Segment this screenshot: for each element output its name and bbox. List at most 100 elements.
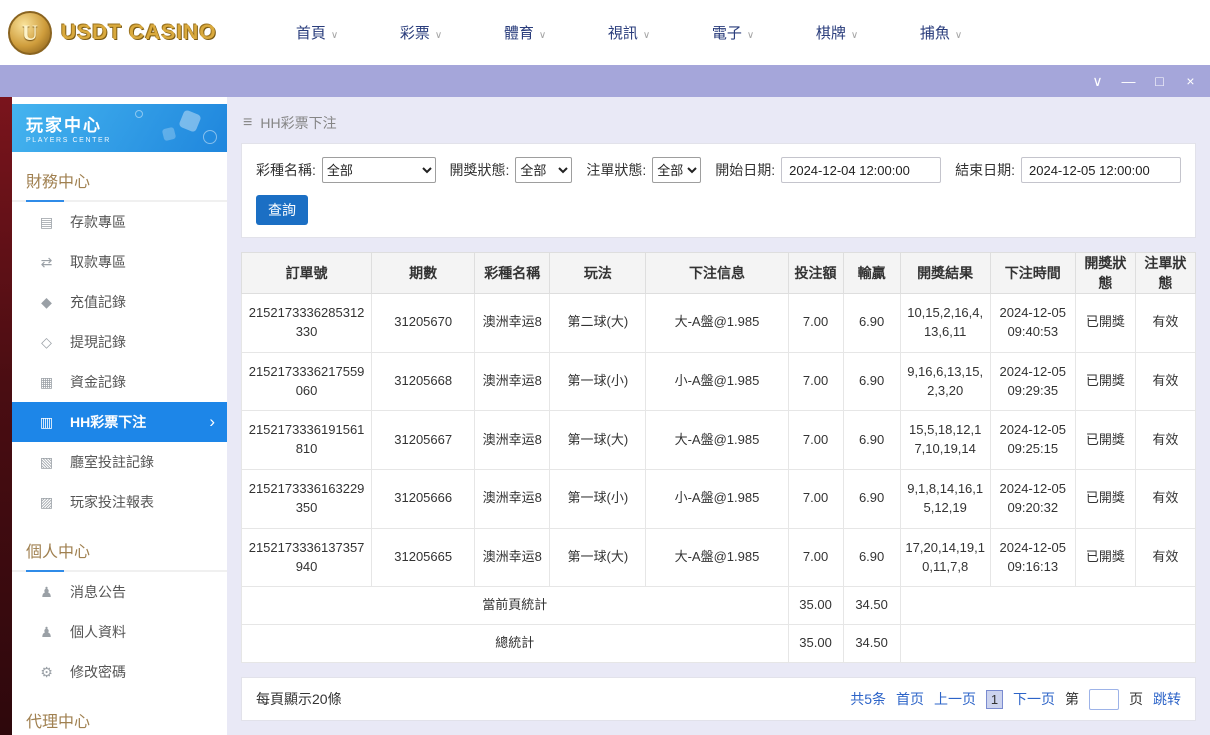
sidebar-item-label: HH彩票下注 (70, 414, 147, 430)
sidebar-item-deposit[interactable]: ▤ 存款專區 (12, 202, 227, 242)
cell-issue: 31205665 (371, 527, 476, 588)
filter-panel: 彩種名稱: 全部 開獎狀態: 全部 注單狀態: 全部 開始日期: 結束日期: 查… (241, 143, 1196, 238)
nav-label: 棋牌 (815, 25, 846, 42)
cell-playtype: 第二球(大) (549, 293, 647, 353)
nav-item-fishing[interactable]: 捕魚 ∨ (889, 22, 993, 43)
pagination-bar: 每頁顯示20條 共5条 首页 上一页 1 下一页 第 页 跳转 (241, 677, 1196, 722)
cell-bet-time: 2024-12-05 09:29:35 (989, 351, 1076, 412)
total-summary-bet: 35.00 (787, 624, 844, 664)
nav-item-lottery[interactable]: 彩票 ∨ (369, 22, 473, 43)
cell-draw-result: 10,15,2,16,4,13,6,11 (899, 293, 991, 353)
cell-winloss: 6.90 (842, 410, 901, 471)
col-draw-status: 開獎狀態 (1074, 252, 1136, 294)
nav-item-home[interactable]: 首頁 ∨ (265, 22, 369, 43)
table-row: 2152173336163229350 31205666 澳洲幸运8 第一球(小… (240, 469, 1197, 529)
sidebar-item-player-bet-report[interactable]: ▨ 玩家投注報表 (12, 482, 227, 522)
window-collapse-icon[interactable]: ∨ (1082, 65, 1113, 97)
total-summary-label: 總統計 (241, 624, 789, 664)
query-button[interactable]: 查詢 (256, 195, 308, 225)
sidebar-item-announcements[interactable]: ♟ 消息公告 (12, 572, 227, 612)
cell-order-status: 有效 (1134, 527, 1197, 588)
start-date-input[interactable] (781, 157, 942, 183)
cell-issue: 31205668 (371, 351, 476, 412)
bets-table-card: 訂單號 期數 彩種名稱 玩法 下注信息 投注額 輸贏 開獎結果 下注時間 開獎狀… (240, 252, 1197, 664)
sidebar-item-funds-record[interactable]: ▦ 資金記錄 (12, 362, 227, 402)
hamburger-icon[interactable]: ≡ (243, 114, 252, 132)
nav-label: 電子 (711, 25, 742, 42)
total-summary-winloss: 34.50 (842, 624, 901, 664)
table-header-row: 訂單號 期數 彩種名稱 玩法 下注信息 投注額 輸贏 開獎結果 下注時間 開獎狀… (240, 252, 1197, 294)
sidebar-item-withdraw[interactable]: ⇄ 取款專區 (12, 242, 227, 282)
profile-icon: ♟ (40, 623, 53, 640)
cell-issue: 31205670 (371, 293, 476, 353)
sidebar-item-label: 充值記錄 (70, 294, 126, 310)
end-date-input[interactable] (1021, 157, 1181, 183)
sidebar-item-profile[interactable]: ♟ 個人資料 (12, 612, 227, 652)
sidebar-item-label: 廳室投註記錄 (70, 454, 154, 470)
nav-item-video[interactable]: 視訊 ∨ (577, 22, 681, 43)
site-logo[interactable]: U USDT CASINO (8, 10, 243, 55)
sidebar-item-change-password[interactable]: ⚙ 修改密碼 (12, 652, 227, 692)
col-issue: 期數 (371, 252, 476, 294)
jump-button[interactable]: 跳转 (1153, 689, 1181, 709)
cell-bet-info: 小-A盤@1.985 (645, 351, 789, 412)
funds-record-icon: ▦ (39, 373, 54, 390)
cell-bet-time: 2024-12-05 09:20:32 (989, 469, 1076, 529)
cell-lottery-name: 澳洲幸运8 (474, 469, 551, 529)
end-date-label: 結束日期: (955, 162, 1015, 178)
cell-order-status: 有效 (1134, 469, 1197, 529)
current-page-indicator[interactable]: 1 (986, 689, 1003, 709)
next-page-link[interactable]: 下一页 (1013, 689, 1055, 709)
main-panel: ≡ HH彩票下注 彩種名稱: 全部 開獎狀態: 全部 注單狀態: 全部 開始日期… (227, 97, 1210, 735)
lottery-bet-icon: ▥ (39, 413, 54, 430)
col-draw-result: 開獎結果 (899, 252, 991, 294)
prev-page-link[interactable]: 上一页 (934, 689, 976, 709)
password-icon: ⚙ (40, 663, 53, 680)
nav-item-cards[interactable]: 棋牌 ∨ (785, 22, 889, 43)
cell-order-status: 有效 (1134, 410, 1197, 471)
chevron-down-icon: ∨ (746, 30, 755, 41)
window-titlebar: ∨ — □ × (0, 65, 1210, 97)
section-heading-agent: 代理中心 (26, 714, 91, 731)
sidebar-item-room-bet-record[interactable]: ▧ 廳室投註記錄 (12, 442, 227, 482)
cell-draw-result: 17,20,14,19,10,11,7,8 (899, 527, 991, 588)
player-bet-report-icon: ▨ (39, 493, 54, 510)
nav-item-sports[interactable]: 體育 ∨ (473, 22, 577, 43)
cell-issue: 31205667 (371, 410, 476, 471)
sidebar-item-lottery-bets[interactable]: ▥ HH彩票下注 › (12, 402, 227, 442)
cell-bet-time: 2024-12-05 09:25:15 (989, 410, 1076, 471)
cell-bet-info: 大-A盤@1.985 (645, 527, 789, 588)
cell-bet-amount: 7.00 (787, 469, 844, 529)
sidebar-item-label: 資金記錄 (70, 374, 126, 390)
section-heading-personal: 個人中心 (26, 544, 91, 561)
page-summary-row: 當前頁統計 35.00 34.50 (241, 586, 1197, 626)
window-close-icon[interactable]: × (1175, 65, 1206, 97)
sidebar-item-label: 個人資料 (70, 624, 126, 640)
breadcrumb: ≡ HH彩票下注 (227, 97, 1210, 133)
page-size-text: 每頁顯示20條 (256, 691, 342, 708)
cell-draw-result: 15,5,18,12,17,10,19,14 (899, 410, 991, 471)
sidebar-item-recharge-record[interactable]: ◆ 充值記錄 (12, 282, 227, 322)
chevron-down-icon: ∨ (434, 30, 443, 41)
order-status-select[interactable]: 全部 (652, 157, 702, 183)
col-order-no: 訂單號 (240, 252, 373, 294)
draw-status-select[interactable]: 全部 (515, 157, 573, 183)
table-row: 2152173336191561810 31205667 澳洲幸运8 第一球(大… (240, 410, 1197, 471)
sidebar-item-withdrawal-record[interactable]: ◇ 提現記錄 (12, 322, 227, 362)
nav-label: 視訊 (607, 25, 638, 42)
first-page-link[interactable]: 首页 (896, 689, 924, 709)
sidebar: 玩家中心 PLAYERS CENTER 財務中心 ▤ 存款專區 ⇄ 取款專區 ◆… (12, 97, 227, 735)
col-bet-info: 下注信息 (645, 252, 789, 294)
nav-item-electronic[interactable]: 電子 ∨ (681, 22, 785, 43)
lottery-name-select[interactable]: 全部 (321, 157, 436, 183)
cell-bet-info: 小-A盤@1.985 (645, 469, 789, 529)
window-maximize-icon[interactable]: □ (1144, 65, 1175, 97)
cell-order-no: 2152173336285312330 (240, 293, 373, 353)
nav-label: 首頁 (295, 25, 326, 42)
cell-lottery-name: 澳洲幸运8 (474, 351, 551, 412)
page-summary-bet: 35.00 (787, 586, 844, 626)
logo-coin-icon: U (8, 10, 52, 55)
jump-page-input[interactable] (1089, 688, 1119, 710)
window-minimize-icon[interactable]: — (1113, 65, 1144, 97)
sidebar-item-label: 玩家投注報表 (70, 494, 154, 510)
